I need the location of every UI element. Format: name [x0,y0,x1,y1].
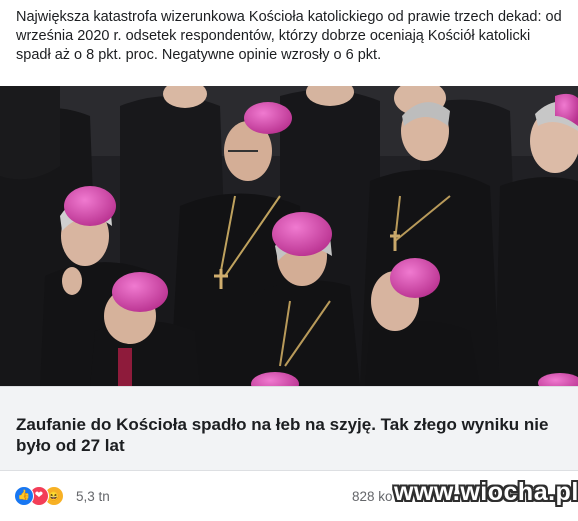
like-icon: 👍 [14,486,34,506]
post-photo[interactable] [0,86,578,386]
reaction-count[interactable]: 5,3 tn [76,489,110,504]
comments-count[interactable]: 828 ko [352,489,393,504]
reaction-icons[interactable]: 👍 ❤ 😆 [14,486,74,506]
watermark: www.wiocha.pl [394,478,578,506]
link-preview-title[interactable]: Zaufanie do Kościoła spadło na łeb na sz… [16,414,561,456]
post-text: Największa katastrofa wizerunkowa Kościo… [16,9,562,63]
link-preview-card[interactable]: Zaufanie do Kościoła spadło na łeb na sz… [0,386,578,471]
bishops-photo [0,86,578,386]
